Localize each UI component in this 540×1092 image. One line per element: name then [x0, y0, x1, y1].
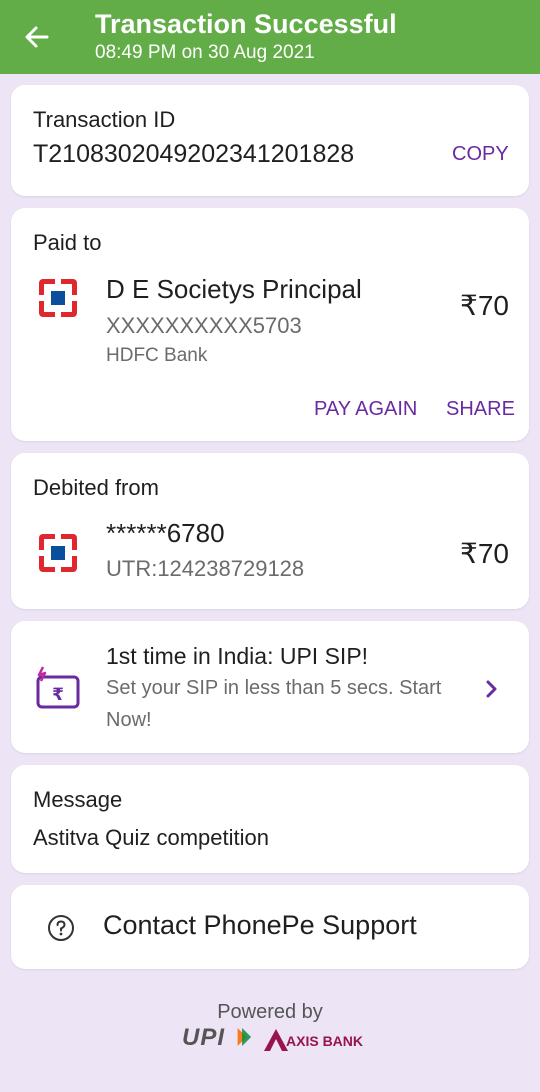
support-label: Contact PhonePe Support	[103, 910, 417, 940]
hdfc-logo-icon	[39, 534, 77, 572]
question-circle-icon	[48, 915, 74, 941]
upi-logo: UPI	[182, 1024, 252, 1054]
svg-text:₹: ₹	[52, 685, 64, 705]
message-text: Astitva Quiz competition	[33, 825, 269, 850]
axis-bank-logo: AXIS BANK	[262, 1028, 372, 1054]
transaction-id-card: Transaction ID T2108302049202341201828 C…	[11, 85, 529, 196]
debited-from-label: Debited from	[33, 475, 159, 500]
paid-to-card: Paid to D E Societys Principal XXXXXXXXX…	[11, 208, 529, 441]
app-header: Transaction Successful 08:49 PM on 30 Au…	[0, 0, 540, 74]
transaction-timestamp: 08:49 PM on 30 Aug 2021	[95, 42, 315, 63]
debited-amount: ₹70	[460, 538, 509, 569]
rupee-card-icon: ₹	[36, 666, 80, 709]
upi-logo-text: UPI	[182, 1024, 226, 1051]
transaction-id-label: Transaction ID	[33, 107, 176, 132]
page-title: Transaction Successful	[95, 9, 397, 39]
promo-line-2: Now!	[106, 709, 152, 731]
upi-sip-promo-card[interactable]: ₹ 1st time in India: UPI SIP! Set your S…	[11, 621, 529, 753]
paid-to-label: Paid to	[33, 230, 102, 255]
axis-bank-text: AXIS BANK	[286, 1033, 364, 1049]
copy-button[interactable]: COPY	[452, 143, 509, 166]
paid-amount: ₹70	[460, 290, 509, 321]
payee-name: D E Societys Principal	[106, 274, 362, 304]
powered-by-text: Powered by	[217, 1001, 323, 1023]
promo-line-1: Set your SIP in less than 5 secs. Start	[106, 677, 442, 699]
promo-title: 1st time in India: UPI SIP!	[106, 643, 369, 669]
arrow-left-icon[interactable]	[22, 22, 52, 52]
contact-support-button[interactable]: Contact PhonePe Support	[11, 885, 529, 969]
debit-account: ******6780	[106, 518, 225, 548]
message-label: Message	[33, 787, 123, 812]
utr-number: UTR:124238729128	[106, 556, 305, 581]
chevron-right-icon[interactable]	[485, 678, 499, 700]
payee-account: XXXXXXXXXX5703	[106, 313, 302, 338]
payee-bank: HDFC Bank	[106, 345, 208, 366]
debited-from-card: Debited from ******6780 UTR:124238729128…	[11, 453, 529, 609]
message-card: Message Astitva Quiz competition	[11, 765, 529, 873]
transaction-id-value: T2108302049202341201828	[33, 140, 355, 168]
share-button[interactable]: SHARE	[446, 398, 515, 421]
pay-again-button[interactable]: PAY AGAIN	[314, 398, 417, 421]
upi-arrow-icon	[237, 1028, 252, 1046]
hdfc-logo-icon	[39, 279, 77, 317]
